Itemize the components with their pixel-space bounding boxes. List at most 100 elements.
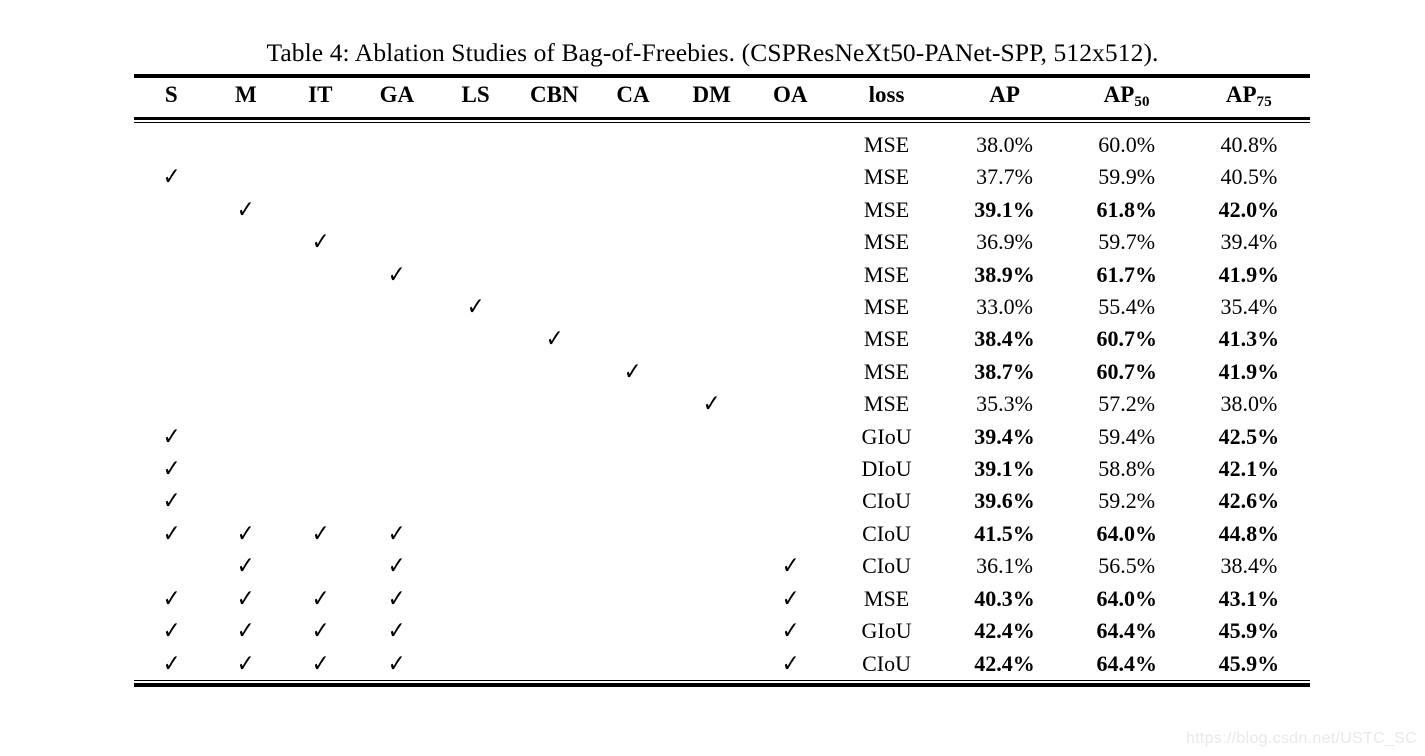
table-row: ✓ MSE 38.9% 61.7% 41.9% [134, 259, 1310, 291]
checkmark-icon: ✓ [162, 422, 181, 451]
checkmark-icon: ✓ [466, 293, 485, 321]
table-row: ✓ GIoU 39.4% 59.4% 42.5% [134, 421, 1310, 453]
column-header-cbn: CBN [515, 78, 594, 117]
cell-flag-m: ✓ [209, 583, 284, 615]
cell-flag-m: ✓ [209, 648, 284, 680]
cell-flag-ga [358, 485, 437, 517]
cell-flag-s [134, 388, 209, 420]
cell-flag-m [209, 388, 284, 420]
cell-flag-ca: ✓ [594, 356, 673, 388]
cell-flag-oa: ✓ [751, 583, 830, 615]
cell-flag-s: ✓ [134, 485, 209, 517]
cell-flag-ca [594, 323, 673, 355]
cell-flag-ls [436, 615, 515, 647]
cell-flag-ga [358, 123, 437, 161]
cell-ap50: 59.9% [1098, 164, 1156, 190]
cell-flag-ca [594, 550, 673, 582]
cell-ap: 36.9% [976, 229, 1033, 255]
column-header-it: IT [283, 78, 358, 117]
cell-ap: 38.7% [974, 358, 1035, 384]
checkmark-icon: ✓ [311, 585, 330, 613]
cell-flag-it [283, 356, 358, 388]
cell-ap75: 42.6% [1218, 488, 1280, 514]
cell-flag-s [134, 194, 209, 226]
cell-flag-dm [672, 259, 751, 291]
cell-ap50: 61.7% [1096, 261, 1157, 287]
cell-flag-dm [672, 615, 751, 647]
cell-flag-dm [672, 550, 751, 582]
column-header-label: CA [616, 82, 650, 107]
checkmark-icon: ✓ [388, 585, 406, 613]
column-header-label: AP [1225, 82, 1257, 107]
cell-flag-s [134, 123, 209, 161]
cell-ap50: 57.2% [1098, 391, 1156, 417]
checkmark-icon: ✓ [236, 196, 255, 224]
cell-flag-ga [358, 356, 437, 388]
cell-flag-it [283, 291, 358, 323]
cell-loss: MSE [863, 294, 910, 320]
cell-loss: MSE [863, 164, 910, 190]
cell-flag-ls [436, 421, 515, 453]
cell-flag-dm [672, 291, 751, 323]
cell-ap50: 64.4% [1096, 650, 1157, 676]
cell-ap50: 59.4% [1098, 423, 1156, 449]
header-rule-thick [134, 117, 1310, 120]
checkmark-icon: ✓ [311, 617, 330, 645]
cell-ap75: 44.8% [1218, 520, 1280, 546]
cell-flag-s: ✓ [134, 453, 209, 485]
cell-ap75: 41.3% [1218, 326, 1280, 352]
cell-flag-ga: ✓ [358, 259, 437, 291]
checkmark-icon: ✓ [388, 260, 406, 289]
cell-flag-it [283, 550, 358, 582]
cell-flag-ls [436, 648, 515, 680]
cell-loss: MSE [863, 229, 910, 255]
cell-flag-m [209, 323, 284, 355]
checkmark-icon: ✓ [781, 649, 800, 678]
cell-flag-cbn [515, 291, 594, 323]
cell-ap50: 64.0% [1096, 585, 1157, 611]
cell-ap: 39.4% [974, 423, 1035, 449]
cell-flag-m [209, 453, 284, 485]
column-header-ls: LS [436, 78, 515, 117]
cell-flag-ls [436, 518, 515, 550]
cell-flag-it [283, 194, 358, 226]
cell-flag-cbn [515, 356, 594, 388]
cell-ap: 35.3% [976, 391, 1033, 417]
table-page: Table 4: Ablation Studies of Bag-of-Free… [0, 0, 1425, 756]
cell-flag-m: ✓ [209, 550, 284, 582]
cell-flag-cbn: ✓ [515, 323, 594, 355]
cell-flag-m [209, 356, 284, 388]
cell-ap75: 38.4% [1220, 553, 1278, 579]
table-row: ✓ DIoU 39.1% 58.8% 42.1% [134, 453, 1310, 485]
cell-flag-oa [751, 421, 830, 453]
cell-flag-s [134, 291, 209, 323]
cell-flag-it: ✓ [283, 615, 358, 647]
cell-flag-dm [672, 453, 751, 485]
cell-flag-m: ✓ [209, 194, 284, 226]
cell-flag-ca [594, 453, 673, 485]
column-header-label: M [234, 82, 257, 107]
table-row: ✓ CIoU 39.6% 59.2% 42.6% [134, 485, 1310, 517]
cell-ap75: 45.9% [1218, 618, 1280, 644]
cell-loss: MSE [863, 585, 910, 611]
cell-flag-oa [751, 259, 830, 291]
checkmark-icon: ✓ [162, 520, 181, 548]
checkmark-icon: ✓ [162, 585, 181, 613]
table-bottom-rule-thick [134, 682, 1310, 687]
checkmark-icon: ✓ [781, 617, 800, 645]
cell-flag-s [134, 259, 209, 291]
table-row: ✓ ✓ ✓ ✓ ✓ MSE 40.3% 64.0% 43.1% [134, 583, 1310, 615]
cell-ap: 38.9% [974, 261, 1035, 287]
table-row: ✓ MSE 37.7% 59.9% 40.5% [134, 161, 1310, 193]
cell-flag-oa [751, 485, 830, 517]
cell-flag-dm [672, 123, 751, 161]
cell-flag-ga [358, 161, 437, 193]
cell-flag-oa [751, 291, 830, 323]
cell-flag-ls [436, 388, 515, 420]
cell-flag-m [209, 226, 284, 258]
cell-loss: CIoU [862, 488, 911, 514]
cell-flag-ga [358, 226, 437, 258]
cell-flag-dm [672, 518, 751, 550]
cell-flag-m: ✓ [209, 518, 284, 550]
table-row: ✓ MSE 35.3% 57.2% 38.0% [134, 388, 1310, 420]
